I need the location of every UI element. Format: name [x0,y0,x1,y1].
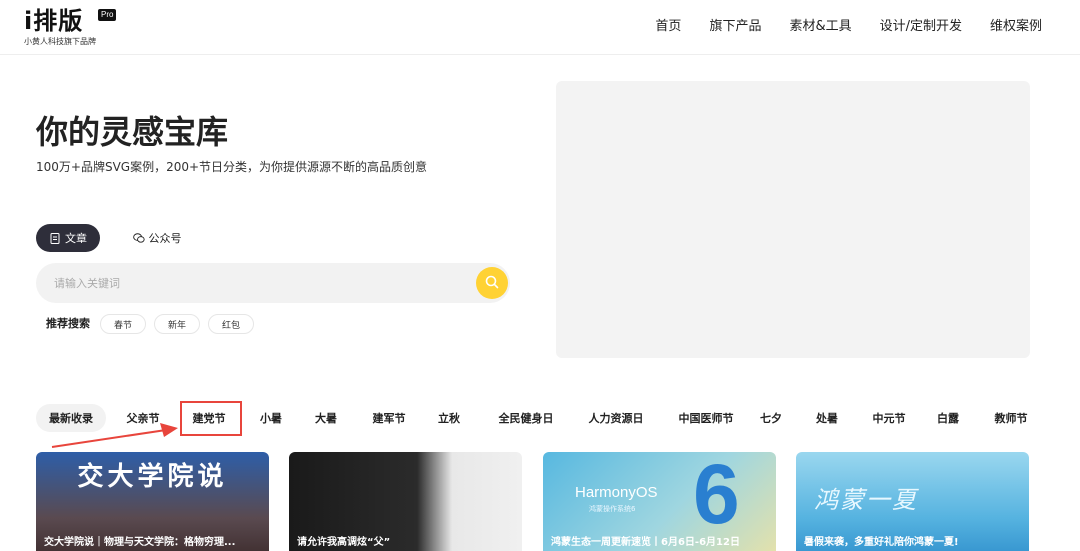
logo-subtitle: 小黄人科技旗下品牌 [24,37,96,46]
card-art-text: 鸿蒙一夏 [814,486,918,514]
card-caption: 交大学院说｜物理与天文学院：格物穷理... [44,537,236,548]
tab-article[interactable]: 文章 [36,224,100,252]
document-icon [49,232,61,244]
recommend-tag[interactable]: 红包 [208,314,255,334]
hero-banner-placeholder[interactable] [556,81,1030,358]
tab-article-label: 文章 [65,232,87,245]
nav-item-materials[interactable]: 素材&工具 [789,18,851,36]
category-tab[interactable]: 建军节 [364,404,414,432]
article-card[interactable]: 交大学院说 交大学院说｜物理与天文学院：格物穷理... [36,452,269,551]
category-tab[interactable]: 七夕 [754,404,788,432]
hero-subtitle: 100万+品牌SVG案例，200+节日分类，为你提供源源不断的高品质创意 [36,160,428,174]
tab-wechat-label: 公众号 [148,232,182,245]
article-card[interactable]: 请允许我高调炫“父” [289,452,522,551]
annotation-highlight-box [180,401,242,436]
search-icon [485,274,499,293]
recommend-tags: 春节 新年 红包 [100,314,255,334]
category-tab[interactable]: 全民健身日 [488,404,564,432]
category-tab[interactable]: 白露 [931,404,965,432]
nav-item-design[interactable]: 设计/定制开发 [880,18,962,36]
tab-wechat[interactable]: 公众号 [122,224,192,252]
site-logo[interactable]: i排版 Pro 小黄人科技旗下品牌 [24,7,134,49]
logo-pro-badge: Pro [98,9,117,21]
wechat-icon [132,232,145,244]
recommend-label: 推荐搜索 [46,317,90,330]
hero-title: 你的灵感宝库 [36,113,229,151]
category-tab[interactable]: 教师节 [986,404,1036,432]
category-tab[interactable]: 中国医师节 [668,404,744,432]
card-caption: 鸿蒙生态一周更新速览丨6月6日-6月12日 [551,537,740,548]
card-caption: 请允许我高调炫“父” [297,537,391,548]
search-button[interactable] [476,267,508,299]
card-art-subtext: 鸿蒙操作系统6 [589,505,636,513]
nav-item-products[interactable]: 旗下产品 [709,18,761,36]
card-art-text: 交大学院说 [77,462,228,492]
category-tab[interactable]: 立秋 [432,404,466,432]
card-art-text: HarmonyOS [575,484,658,501]
category-tab[interactable]: 大暑 [309,404,343,432]
site-header: i排版 Pro 小黄人科技旗下品牌 首页 旗下产品 素材&工具 设计/定制开发 … [0,0,1080,55]
card-art-number: 6 [693,452,740,541]
annotation-arrow-icon [51,423,178,448]
main-nav: 首页 旗下产品 素材&工具 设计/定制开发 维权案例 [655,18,1042,36]
search-input[interactable] [36,263,466,303]
recommend-tag[interactable]: 新年 [154,314,201,334]
category-tab[interactable]: 小暑 [254,404,288,432]
nav-item-home[interactable]: 首页 [655,18,681,36]
category-tab[interactable]: 人力资源日 [578,404,654,432]
search-bar [36,263,510,303]
category-tab[interactable]: 处暑 [810,404,844,432]
logo-text: i排版 [24,7,84,35]
article-card[interactable]: 6 HarmonyOS 鸿蒙操作系统6 鸿蒙生态一周更新速览丨6月6日-6月12… [543,452,776,551]
article-card[interactable]: 鸿蒙一夏 暑假来袭，多重好礼陪你鸿蒙一夏! [796,452,1029,551]
recommend-tag[interactable]: 春节 [100,314,147,334]
category-tab[interactable]: 中元节 [864,404,914,432]
card-caption: 暑假来袭，多重好礼陪你鸿蒙一夏! [804,537,959,548]
nav-item-cases[interactable]: 维权案例 [990,18,1042,36]
